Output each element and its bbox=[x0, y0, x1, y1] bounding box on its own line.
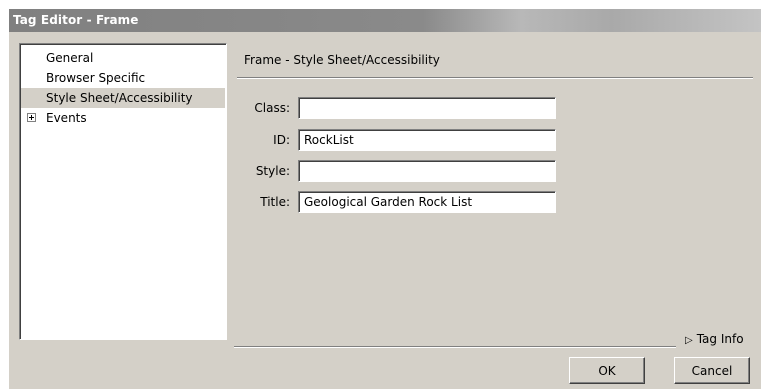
footer-divider bbox=[234, 346, 676, 348]
tree-item-events[interactable]: Events bbox=[21, 108, 225, 128]
tree-item-label: Events bbox=[46, 111, 87, 125]
panel-heading: Frame - Style Sheet/Accessibility bbox=[244, 53, 440, 67]
ok-button[interactable]: OK bbox=[569, 357, 645, 384]
window-title: Tag Editor - Frame bbox=[13, 13, 139, 27]
style-input[interactable] bbox=[298, 160, 556, 182]
tag-info-label: Tag Info bbox=[696, 332, 744, 346]
style-label: Style: bbox=[255, 164, 290, 178]
tag-info-toggle[interactable]: ▷ Tag Info bbox=[685, 332, 744, 346]
title-input[interactable] bbox=[298, 191, 556, 213]
tree-item-general[interactable]: General bbox=[21, 48, 225, 68]
id-input[interactable] bbox=[298, 129, 556, 151]
class-input[interactable] bbox=[298, 97, 556, 119]
tag-editor-dialog: Tag Editor - Frame General Browser Speci… bbox=[8, 8, 761, 389]
id-label: ID: bbox=[273, 133, 290, 147]
expand-plus-icon[interactable] bbox=[27, 113, 36, 122]
cancel-button[interactable]: Cancel bbox=[674, 357, 750, 384]
tree-item-style-sheet-accessibility[interactable]: Style Sheet/Accessibility bbox=[21, 88, 225, 108]
tree-item-browser-specific[interactable]: Browser Specific bbox=[21, 68, 225, 88]
title-bar[interactable]: Tag Editor - Frame bbox=[9, 9, 761, 32]
title-label: Title: bbox=[260, 195, 290, 209]
tree-item-label: General bbox=[46, 51, 94, 65]
class-label: Class: bbox=[254, 101, 290, 115]
tree-item-label: Style Sheet/Accessibility bbox=[46, 91, 193, 105]
category-tree[interactable]: General Browser Specific Style Sheet/Acc… bbox=[19, 43, 227, 340]
tree-item-label: Browser Specific bbox=[46, 71, 146, 85]
triangle-right-icon: ▷ bbox=[685, 335, 693, 346]
heading-divider bbox=[237, 77, 753, 79]
